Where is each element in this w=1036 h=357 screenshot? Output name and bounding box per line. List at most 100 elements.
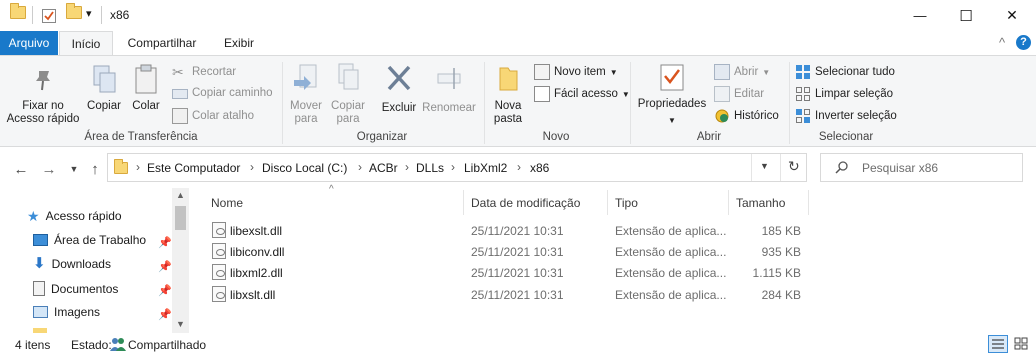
move-to-button[interactable]: Mover para [286,62,326,126]
copy-path-button[interactable]: Copiar caminho [172,86,273,99]
paste-button[interactable]: Colar [128,64,164,113]
breadcrumb-local-disk[interactable]: Disco Local (C:) [262,161,347,175]
new-folder-quick-icon[interactable] [66,3,82,19]
nav-item-label: Área de Trabalho [54,233,147,247]
scroll-up-icon[interactable]: ▲ [176,190,185,200]
file-modified: 25/11/2021 10:31 [471,245,564,259]
quick-access-dropdown-icon[interactable]: ▾ [86,7,92,20]
breadcrumb-acbr[interactable]: ACBr [369,161,398,175]
state-label: Estado: [71,338,112,352]
search-placeholder: Pesquisar x86 [862,161,939,175]
file-row[interactable]: libxml2.dll 25/11/2021 10:31 Extensão de… [190,262,810,283]
status-bar: 4 itens Estado: Compartilhado [0,333,1036,357]
new-folder-icon [499,67,518,91]
column-header-name[interactable]: Nome [211,196,243,210]
tab-home[interactable]: Início [59,31,113,55]
address-dropdown-icon[interactable]: ▼ [760,161,769,171]
navigation-scrollbar[interactable]: ▲ ▼ [172,188,189,333]
file-row[interactable]: libexslt.dll 25/11/2021 10:31 Extensão d… [190,220,810,241]
new-item-button[interactable]: Novo item ▼ [534,64,618,80]
paste-shortcut-button[interactable]: Colar atalho [172,108,254,124]
file-name: libxml2.dll [230,266,283,280]
breadcrumb-dlls[interactable]: DLLs [416,161,444,175]
ribbon-tabs: Arquivo Início Compartilhar Exibir ^ ? [0,31,1036,55]
copy-button[interactable]: Copiar [84,64,124,113]
file-type: Extensão de aplica... [615,288,727,302]
pin-icon[interactable]: 📌 [158,284,172,297]
edit-button[interactable]: Editar [714,86,764,102]
help-icon[interactable]: ? [1016,35,1031,50]
details-view-button[interactable] [988,335,1008,353]
invert-selection-button[interactable]: Inverter seleção [795,108,897,124]
easy-access-button[interactable]: Fácil acesso ▼ [534,86,630,102]
tab-view[interactable]: Exibir [214,31,264,55]
new-folder-label: Nova pasta [493,100,523,125]
divider [32,6,33,24]
breadcrumb-separator: › [250,160,254,174]
new-folder-button[interactable]: Nova pasta [488,62,528,126]
search-box[interactable]: Pesquisar x86 [820,153,1023,182]
divider [780,154,781,181]
breadcrumb-separator: › [451,160,455,174]
column-header-modified[interactable]: Data de modificação [471,196,580,210]
rename-icon [437,68,461,89]
copy-path-icon [172,89,188,99]
history-button[interactable]: Histórico [714,108,779,124]
invert-selection-icon [796,109,810,123]
select-all-button[interactable]: Selecionar tudo [795,64,895,80]
title-bar: ▾ x86 — ☐ ✕ [0,0,1036,31]
file-row[interactable]: libxslt.dll 25/11/2021 10:31 Extensão de… [190,284,810,305]
up-button[interactable]: ↑ [85,159,105,179]
address-bar[interactable]: › Este Computador › Disco Local (C:) › A… [107,153,807,182]
file-size: 284 KB [761,288,801,302]
nav-item-label: Acesso rápido [45,209,122,223]
close-button[interactable]: ✕ [989,0,1035,31]
select-none-button[interactable]: Limpar seleção [795,86,893,102]
nav-item-pictures[interactable]: Imagens [33,305,100,319]
tab-file[interactable]: Arquivo [0,31,58,55]
pin-icon[interactable]: 📌 [158,308,172,321]
column-header-type[interactable]: Tipo [615,196,638,210]
copy-to-button[interactable]: Copiar para [328,62,368,126]
pin-icon[interactable]: 📌 [158,260,172,273]
nav-item-downloads[interactable]: ⬇ Downloads [33,256,111,271]
breadcrumb-libxml2[interactable]: LibXml2 [464,161,507,175]
properties-quick-icon[interactable] [41,8,57,24]
invert-selection-label: Inverter seleção [815,110,897,122]
navigation-pane: ★ Acesso rápido Área de Trabalho 📌 ⬇ Dow… [0,188,188,333]
open-button[interactable]: Abrir ▼ [714,64,770,80]
tab-share[interactable]: Compartilhar [120,31,204,55]
breadcrumb-x86[interactable]: x86 [530,161,549,175]
scroll-down-icon[interactable]: ▼ [176,319,185,329]
maximize-button[interactable]: ☐ [943,0,989,31]
file-type: Extensão de aplica... [615,224,727,238]
nav-item-documents[interactable]: Documentos [33,281,118,296]
nav-item-desktop[interactable]: Área de Trabalho [33,233,146,247]
scrollbar-thumb[interactable] [175,206,186,230]
breadcrumb-this-pc[interactable]: Este Computador [147,161,240,175]
select-none-icon [796,87,810,101]
file-row[interactable]: libiconv.dll 25/11/2021 10:31 Extensão d… [190,241,810,262]
pin-quick-access-button[interactable]: Fixar no Acesso rápido [4,66,82,126]
recent-locations-chevron-icon[interactable]: ▼ [64,159,84,179]
delete-button[interactable]: Excluir [378,62,420,115]
forward-button[interactable]: → [39,159,59,179]
cut-button[interactable]: ✂ Recortar [172,64,236,80]
history-icon [715,109,729,123]
dll-file-icon [212,286,226,302]
rename-button[interactable]: Renomear [420,62,478,115]
divider [101,6,102,24]
nav-item-quick-access[interactable]: ★ Acesso rápido [27,209,122,223]
properties-button[interactable]: Propriedades ▼ [636,62,708,127]
column-header-size[interactable]: Tamanho [736,196,785,210]
large-icons-view-button[interactable] [1012,335,1032,353]
file-name: libxslt.dll [230,288,276,302]
minimize-button[interactable]: — [897,0,943,31]
back-button[interactable]: ← [11,159,31,179]
pin-icon[interactable]: 📌 [158,236,172,249]
item-count: 4 itens [15,338,51,352]
refresh-icon[interactable]: ↻ [788,158,800,175]
folder-icon [10,3,26,19]
breadcrumb-separator: › [136,160,140,174]
collapse-ribbon-icon[interactable]: ^ [996,31,1008,55]
